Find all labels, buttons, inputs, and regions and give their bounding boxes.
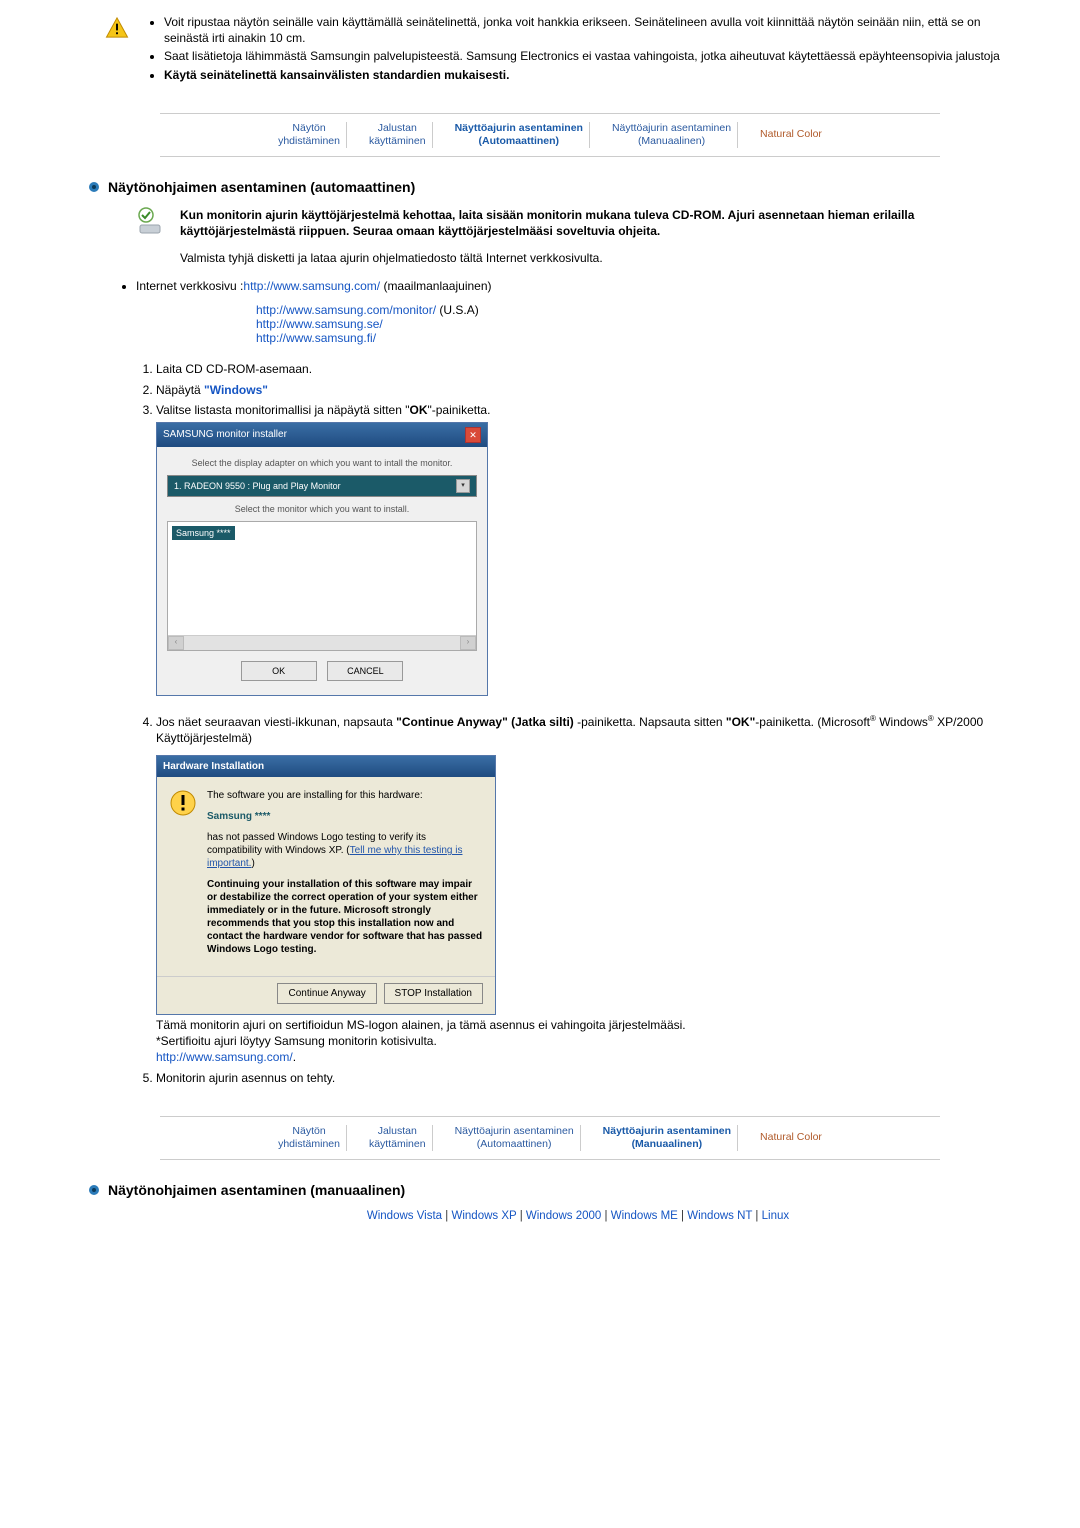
monitor-listbox[interactable]: Samsung **** ‹› bbox=[167, 521, 477, 651]
warn-item-2: Saat lisätietoja lähimmästä Samsungin pa… bbox=[164, 48, 1000, 64]
heading-manual: Näytönohjaimen asentaminen (manuaalinen) bbox=[108, 1182, 405, 1198]
internet-site-sub: http://www.samsung.com/monitor/ (U.S.A) … bbox=[20, 303, 1000, 345]
ok-button[interactable]: OK bbox=[241, 661, 317, 681]
link-samsung-se[interactable]: http://www.samsung.se/ bbox=[256, 317, 383, 331]
tab-driver-auto-2[interactable]: Näyttöajurin asentaminen(Automaattinen) bbox=[449, 1125, 581, 1151]
tab-driver-manual-2[interactable]: Näyttöajurin asentaminen(Manuaalinen) bbox=[597, 1125, 738, 1151]
exclamation-icon bbox=[169, 789, 197, 817]
continue-anyway-button[interactable]: Continue Anyway bbox=[277, 983, 376, 1004]
section-heading-auto: Näytönohjaimen asentaminen (automaattine… bbox=[20, 179, 1000, 195]
steps-list: Laita CD CD-ROM-asemaan. Näpäytä "Window… bbox=[20, 361, 1000, 1085]
hw-p1: The software you are installing for this… bbox=[207, 789, 483, 802]
close-icon[interactable]: ✕ bbox=[465, 427, 481, 443]
valmista-text: Valmista tyhjä disketti ja lataa ajurin … bbox=[20, 251, 1000, 265]
step-5: Monitorin ajurin asennus on tehty. bbox=[156, 1070, 1000, 1086]
bullet-disc-icon bbox=[88, 181, 100, 193]
link-samsung-usa[interactable]: http://www.samsung.com/monitor/ bbox=[256, 303, 436, 317]
scroll-left-icon: ‹ bbox=[168, 636, 184, 650]
cert-note: Tämä monitorin ajuri on sertifioidun MS-… bbox=[156, 1017, 1000, 1066]
installer-dialog: SAMSUNG monitor installer ✕ Select the d… bbox=[156, 422, 488, 696]
chevron-down-icon[interactable]: ▾ bbox=[456, 479, 470, 493]
tab-natural-color-2[interactable]: Natural Color bbox=[754, 1131, 828, 1144]
step-2: Näpäytä "Windows" bbox=[156, 382, 1000, 398]
tab-driver-manual[interactable]: Näyttöajurin asentaminen(Manuaalinen) bbox=[606, 122, 738, 148]
link-windows-xp[interactable]: Windows XP bbox=[452, 1210, 517, 1222]
link-windows-me[interactable]: Windows ME bbox=[611, 1210, 678, 1222]
installer-dialog-screenshot: SAMSUNG monitor installer ✕ Select the d… bbox=[156, 422, 1000, 696]
heading-auto: Näytönohjaimen asentaminen (automaattine… bbox=[108, 179, 415, 195]
tab-use-stand[interactable]: Jalustankäyttäminen bbox=[363, 122, 433, 148]
hw-p3: Continuing your installation of this sof… bbox=[207, 878, 483, 956]
note-auto-text: Kun monitorin ajurin käyttöjärjestelmä k… bbox=[180, 207, 1000, 239]
monitor-list-item[interactable]: Samsung **** bbox=[172, 526, 235, 540]
nav-tabs-top: Näytönyhdistäminen Jalustankäyttäminen N… bbox=[160, 113, 940, 157]
warning-block: Voit ripustaa näytön seinälle vain käytt… bbox=[20, 14, 1000, 85]
monitor-check-icon bbox=[136, 207, 168, 235]
tab-driver-auto[interactable]: Näyttöajurin asentaminen(Automaattinen) bbox=[449, 122, 590, 148]
internet-site-line: Internet verkkosivu :http://www.samsung.… bbox=[20, 279, 1000, 293]
link-windows-2000[interactable]: Windows 2000 bbox=[526, 1210, 601, 1222]
dialog-titlebar: SAMSUNG monitor installer ✕ bbox=[157, 423, 487, 447]
link-linux[interactable]: Linux bbox=[762, 1210, 790, 1222]
warning-list: Voit ripustaa näytön seinälle vain käytt… bbox=[144, 14, 1000, 85]
stop-installation-button[interactable]: STOP Installation bbox=[384, 983, 483, 1004]
bullet-disc-icon-2 bbox=[88, 1184, 100, 1196]
step-3: Valitse listasta monitorimallisi ja näpä… bbox=[156, 402, 1000, 696]
link-samsung-fi[interactable]: http://www.samsung.fi/ bbox=[256, 331, 376, 345]
warn-item-3: Käytä seinätelinettä kansainvälisten sta… bbox=[164, 67, 1000, 83]
tab-connect-monitor-2[interactable]: Näytönyhdistäminen bbox=[272, 1125, 347, 1151]
warning-triangle-icon bbox=[104, 16, 130, 39]
hardware-install-dialog: Hardware Installation The software you a… bbox=[156, 755, 496, 1016]
dialog-title: SAMSUNG monitor installer bbox=[163, 428, 287, 442]
link-windows-nt[interactable]: Windows NT bbox=[687, 1210, 752, 1222]
dialog-label-adapter: Select the display adapter on which you … bbox=[167, 457, 477, 469]
step-1: Laita CD CD-ROM-asemaan. bbox=[156, 361, 1000, 377]
horizontal-scrollbar[interactable]: ‹› bbox=[168, 635, 476, 650]
warn-item-1: Voit ripustaa näytön seinälle vain käytt… bbox=[164, 14, 1000, 46]
cancel-button[interactable]: CANCEL bbox=[327, 661, 403, 681]
section-heading-manual: Näytönohjaimen asentaminen (manuaalinen) bbox=[20, 1182, 1000, 1198]
dialog-label-monitor: Select the monitor which you want to ins… bbox=[167, 503, 477, 515]
link-samsung-global[interactable]: http://www.samsung.com/ bbox=[243, 279, 380, 293]
hw-p2: has not passed Windows Logo testing to v… bbox=[207, 831, 483, 870]
link-windows-vista[interactable]: Windows Vista bbox=[367, 1210, 442, 1222]
tab-connect-monitor[interactable]: Näytönyhdistäminen bbox=[272, 122, 347, 148]
nav-tabs-bottom: Näytönyhdistäminen Jalustankäyttäminen N… bbox=[160, 1116, 940, 1160]
hw-samsung-item: Samsung **** bbox=[207, 810, 483, 823]
tab-natural-color[interactable]: Natural Color bbox=[754, 128, 828, 141]
step-4: Jos näet seuraavan viesti-ikkunan, napsa… bbox=[156, 714, 1000, 1065]
tab-use-stand-2[interactable]: Jalustankäyttäminen bbox=[363, 1125, 433, 1151]
hw-dialog-title: Hardware Installation bbox=[157, 756, 495, 778]
adapter-dropdown[interactable]: 1. RADEON 9550 : Plug and Play Monitor ▾ bbox=[167, 475, 477, 497]
scroll-right-icon: › bbox=[460, 636, 476, 650]
os-links: Windows Vista | Windows XP | Windows 200… bbox=[20, 1210, 1000, 1222]
note-auto: Kun monitorin ajurin käyttöjärjestelmä k… bbox=[20, 207, 1000, 239]
link-samsung-home[interactable]: http://www.samsung.com/ bbox=[156, 1050, 293, 1064]
